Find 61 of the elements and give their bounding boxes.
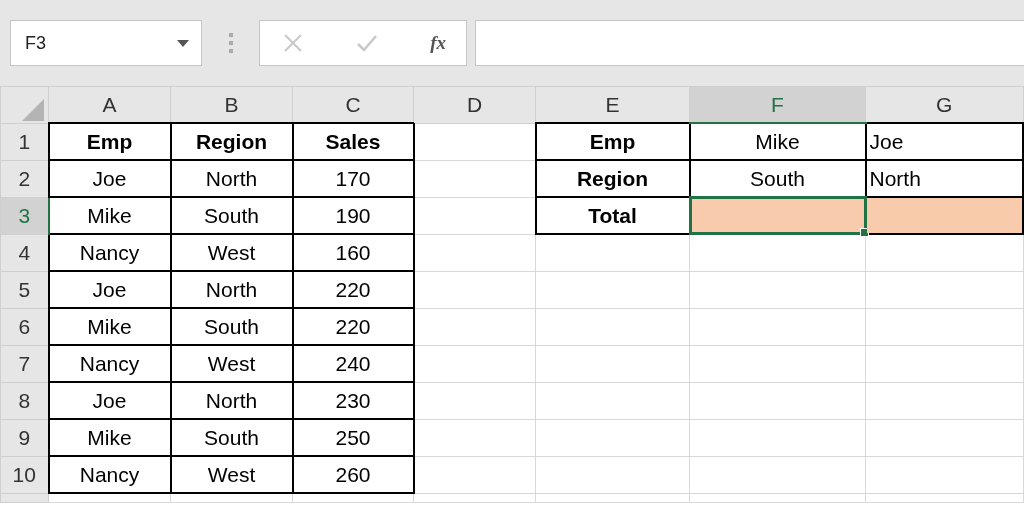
table-cell[interactable]: Nancy xyxy=(48,456,171,493)
row-header[interactable]: 8 xyxy=(0,382,49,419)
table-cell[interactable]: Joe xyxy=(865,123,1023,160)
table-cell[interactable]: 160 xyxy=(292,234,414,271)
name-box[interactable]: F3 xyxy=(10,20,202,66)
table-cell[interactable]: South xyxy=(170,197,293,234)
grip-dots-icon xyxy=(229,33,233,53)
cell-reference: F3 xyxy=(25,32,46,54)
table-cell[interactable]: Sales xyxy=(292,123,414,160)
table-cell[interactable]: West xyxy=(170,234,293,271)
row-header[interactable]: 10 xyxy=(0,456,49,493)
column-header[interactable]: G xyxy=(865,86,1023,123)
table-cell[interactable]: West xyxy=(170,345,293,382)
table-cell[interactable]: Region xyxy=(170,123,293,160)
column-header[interactable]: B xyxy=(170,86,293,123)
cancel-icon[interactable] xyxy=(282,32,304,54)
table-cell[interactable]: 190 xyxy=(292,197,414,234)
table-cell[interactable]: 170 xyxy=(292,160,414,197)
table-cell[interactable]: North xyxy=(170,160,293,197)
table-cell[interactable]: Nancy xyxy=(48,345,171,382)
table-cell[interactable]: South xyxy=(170,419,293,456)
row-header[interactable]: 5 xyxy=(0,271,49,308)
row-header[interactable]: 4 xyxy=(0,234,49,271)
column-header[interactable]: E xyxy=(535,86,690,123)
table-cell[interactable]: 220 xyxy=(292,271,414,308)
column-header[interactable]: A xyxy=(48,86,171,123)
table-cell[interactable]: Mike xyxy=(48,197,171,234)
row-header[interactable]: 9 xyxy=(0,419,49,456)
active-cell[interactable] xyxy=(689,197,866,234)
row-header[interactable]: 2 xyxy=(0,160,49,197)
table-cell[interactable]: Emp xyxy=(535,123,690,160)
table-cell[interactable]: Joe xyxy=(48,382,171,419)
table-cell[interactable]: Mike xyxy=(48,308,171,345)
table-cell[interactable]: Mike xyxy=(689,123,866,160)
table-cell[interactable]: Joe xyxy=(48,160,171,197)
table-cell[interactable] xyxy=(865,197,1023,234)
table-cell[interactable]: West xyxy=(170,456,293,493)
table-cell[interactable]: North xyxy=(170,382,293,419)
formula-input[interactable] xyxy=(475,20,1024,66)
table-cell[interactable]: North xyxy=(170,271,293,308)
table-cell[interactable]: 220 xyxy=(292,308,414,345)
column-header[interactable]: D xyxy=(413,86,536,123)
column-header[interactable]: F xyxy=(689,86,866,123)
table-cell[interactable]: 230 xyxy=(292,382,414,419)
table-cell[interactable]: Joe xyxy=(48,271,171,308)
row-header[interactable]: 3 xyxy=(0,197,49,234)
table-cell[interactable]: Mike xyxy=(48,419,171,456)
select-all-icon[interactable] xyxy=(22,98,44,121)
row-header[interactable]: 1 xyxy=(0,123,49,160)
dropdown-caret-icon[interactable] xyxy=(177,39,189,47)
table-cell[interactable]: 260 xyxy=(292,456,414,493)
row-header[interactable]: 6 xyxy=(0,308,49,345)
table-cell[interactable]: Region xyxy=(535,160,690,197)
table-cell[interactable]: Emp xyxy=(48,123,171,160)
table-cell[interactable]: Nancy xyxy=(48,234,171,271)
insert-function-button[interactable]: fx xyxy=(430,32,446,54)
table-cell[interactable]: 250 xyxy=(292,419,414,456)
table-cell[interactable]: 240 xyxy=(292,345,414,382)
column-header[interactable]: C xyxy=(292,86,414,123)
row-header[interactable]: 7 xyxy=(0,345,49,382)
table-cell[interactable]: South xyxy=(170,308,293,345)
